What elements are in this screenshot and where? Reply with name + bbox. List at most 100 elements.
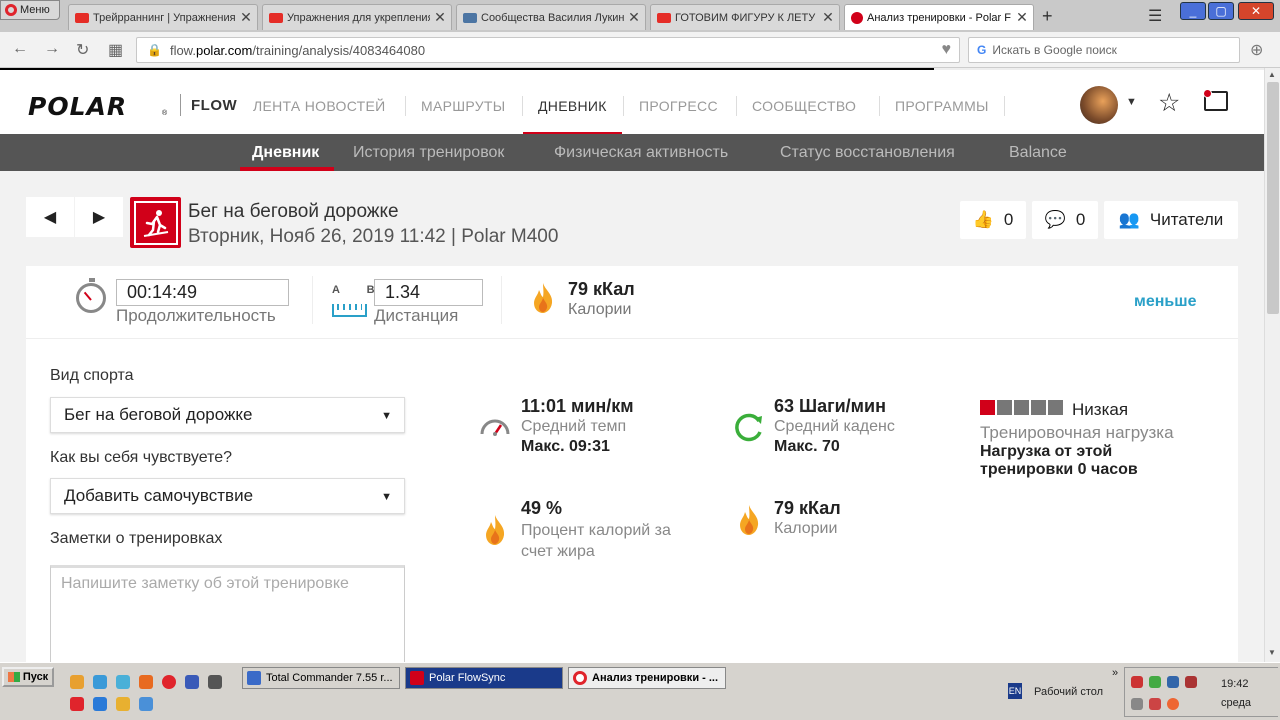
close-tab-icon[interactable]: ✕ <box>433 9 447 26</box>
polar-logo[interactable]: POLAR <box>28 92 127 121</box>
tray-icon[interactable] <box>1149 676 1161 688</box>
logo-divider <box>180 94 181 116</box>
speed-dial-icon[interactable]: ▦ <box>108 40 123 60</box>
new-tab-icon[interactable]: + <box>1042 6 1053 27</box>
start-button[interactable]: Пуск <box>2 667 54 687</box>
calories-value: 79 кКал <box>774 498 841 518</box>
close-tab-icon[interactable]: ✕ <box>627 9 641 26</box>
opera-icon[interactable] <box>162 675 176 689</box>
quicklaunch-icon[interactable] <box>116 697 130 711</box>
clock-day: среда <box>1221 697 1252 709</box>
nav-progress[interactable]: ПРОГРЕСС <box>639 98 718 114</box>
scroll-up-icon[interactable]: ▲ <box>1268 70 1276 79</box>
polar-logo-registered: ® <box>162 110 168 117</box>
yandex-icon[interactable] <box>70 697 84 711</box>
star-icon[interactable]: ☆ <box>1158 88 1180 118</box>
chevron-down-icon: ▼ <box>381 410 392 422</box>
notes-textarea[interactable]: Напишите заметку об этой тренировке <box>50 565 405 662</box>
vertical-scrollbar[interactable]: ▲ ▼ <box>1264 68 1280 662</box>
maximize-icon[interactable]: ▢ <box>1208 2 1234 20</box>
notes-label: Заметки о тренировках <box>50 530 223 547</box>
nav-divider <box>405 96 406 116</box>
chevron-down-icon: ▼ <box>381 491 392 503</box>
start-label: Пуск <box>22 671 49 683</box>
next-workout-button[interactable]: ▶ <box>75 197 123 237</box>
address-bar: ← → ↻ ▦ 🔒 flow. polar.com/training/analys… <box>0 32 1280 68</box>
shield-icon[interactable] <box>1185 676 1197 688</box>
workout-title: Бег на беговой дорожке <box>188 201 399 222</box>
tray-icon[interactable] <box>1131 698 1143 710</box>
taskbar-window[interactable]: Total Commander 7.55 r... <box>242 667 400 689</box>
tray-icon[interactable] <box>1149 698 1161 710</box>
nav-diary[interactable]: ДНЕВНИК <box>538 98 607 114</box>
download-icon[interactable]: ⊕ <box>1250 40 1263 60</box>
search-input[interactable]: G Искать в Google поиск <box>968 37 1240 63</box>
taskbar-window[interactable]: Polar FlowSync <box>405 667 563 689</box>
feeling-select[interactable]: Добавить самочувствие ▼ <box>50 478 405 514</box>
stopwatch-icon <box>76 278 106 313</box>
nav-routes[interactable]: МАРШРУТЫ <box>421 98 505 114</box>
toolbar-expand-icon[interactable]: » <box>1112 667 1118 679</box>
sport-select[interactable]: Бег на беговой дорожке ▼ <box>50 397 405 433</box>
load-bar <box>1014 400 1029 415</box>
subnav-activity[interactable]: Физическая активность <box>554 144 728 162</box>
readers-button[interactable]: 👥 Читатели <box>1104 201 1238 239</box>
url-input[interactable]: 🔒 flow. polar.com/training/analysis/40834… <box>136 37 960 63</box>
close-window-icon[interactable]: ✕ <box>1238 2 1274 20</box>
forward-icon[interactable]: → <box>44 40 60 58</box>
opera-menu-button[interactable]: Меню <box>0 0 60 20</box>
desktop-label[interactable]: Рабочий стол <box>1034 686 1103 698</box>
browser-tab[interactable]: ГОТОВИМ ФИГУРУ К ЛЕТУ ✕ <box>650 4 840 30</box>
tray-icon[interactable] <box>1131 676 1143 688</box>
language-indicator[interactable]: EN <box>1008 683 1022 699</box>
subnav-diary[interactable]: Дневник <box>252 144 319 162</box>
subnav-recovery[interactable]: Статус восстановления <box>780 144 955 162</box>
taskbar-window-title: Polar FlowSync <box>429 672 506 684</box>
windows-logo-icon <box>7 672 20 682</box>
minimize-icon[interactable]: _ <box>1180 2 1206 20</box>
quicklaunch-icon[interactable] <box>70 675 84 689</box>
back-icon[interactable]: ← <box>12 40 28 58</box>
firefox-icon[interactable] <box>139 675 153 689</box>
tray-icon[interactable] <box>1167 698 1179 710</box>
like-button[interactable]: 👍 0 <box>960 201 1026 239</box>
nav-community[interactable]: СООБЩЕСТВО <box>752 98 856 114</box>
subnav-balance[interactable]: Balance <box>1009 144 1067 162</box>
close-tab-icon[interactable]: ✕ <box>1015 9 1029 26</box>
quicklaunch-icon[interactable] <box>139 697 153 711</box>
comments-button[interactable]: 💬 0 <box>1032 201 1098 239</box>
load-bar <box>980 400 995 415</box>
chevron-down-icon[interactable]: ▼ <box>1126 96 1137 108</box>
previous-workout-button[interactable]: ◀ <box>26 197 74 237</box>
ie-icon[interactable] <box>93 697 107 711</box>
tray-icon[interactable] <box>1167 676 1179 688</box>
quicklaunch-icon[interactable] <box>208 675 222 689</box>
heart-icon[interactable]: ♥ <box>942 41 952 59</box>
top-navigation: POLAR ® FLOW ЛЕНТА НОВОСТЕЙ МАРШРУТЫ ДНЕ… <box>0 68 1264 136</box>
tab-menu-icon[interactable]: ☰ <box>1148 6 1162 26</box>
system-tray: 19:42 среда <box>1124 667 1278 717</box>
show-less-link[interactable]: меньше <box>1134 293 1196 311</box>
browser-tab-active[interactable]: Анализ тренировки - Polar F ✕ <box>844 4 1034 30</box>
scroll-down-icon[interactable]: ▼ <box>1268 648 1276 657</box>
nav-programs[interactable]: ПРОГРАММЫ <box>895 98 989 114</box>
subnav-history[interactable]: История тренировок <box>353 144 504 162</box>
browser-tab[interactable]: Сообщества Василия Лукин ✕ <box>456 4 646 30</box>
browser-tab[interactable]: Трейрраннинг | Упражнения ✕ <box>68 4 258 30</box>
scrollbar-thumb[interactable] <box>1267 82 1279 314</box>
close-tab-icon[interactable]: ✕ <box>239 9 253 26</box>
quicklaunch-icon[interactable] <box>116 675 130 689</box>
distance-field[interactable]: 1.34 <box>374 279 483 306</box>
quicklaunch-icon[interactable] <box>185 675 199 689</box>
avatar[interactable] <box>1080 86 1118 124</box>
arrow-right-icon: ▶ <box>92 209 106 226</box>
duration-field[interactable]: 00:14:49 <box>116 279 289 306</box>
nav-feed[interactable]: ЛЕНТА НОВОСТЕЙ <box>253 98 386 114</box>
taskbar-window-active[interactable]: Анализ тренировки - ... <box>568 667 726 689</box>
browser-tab[interactable]: Упражнения для укрепления ✕ <box>262 4 452 30</box>
chrome-icon[interactable] <box>93 675 107 689</box>
close-tab-icon[interactable]: ✕ <box>821 9 835 26</box>
nav-divider <box>623 96 624 116</box>
reload-icon[interactable]: ↻ <box>76 40 89 60</box>
clock-time[interactable]: 19:42 <box>1221 678 1249 690</box>
